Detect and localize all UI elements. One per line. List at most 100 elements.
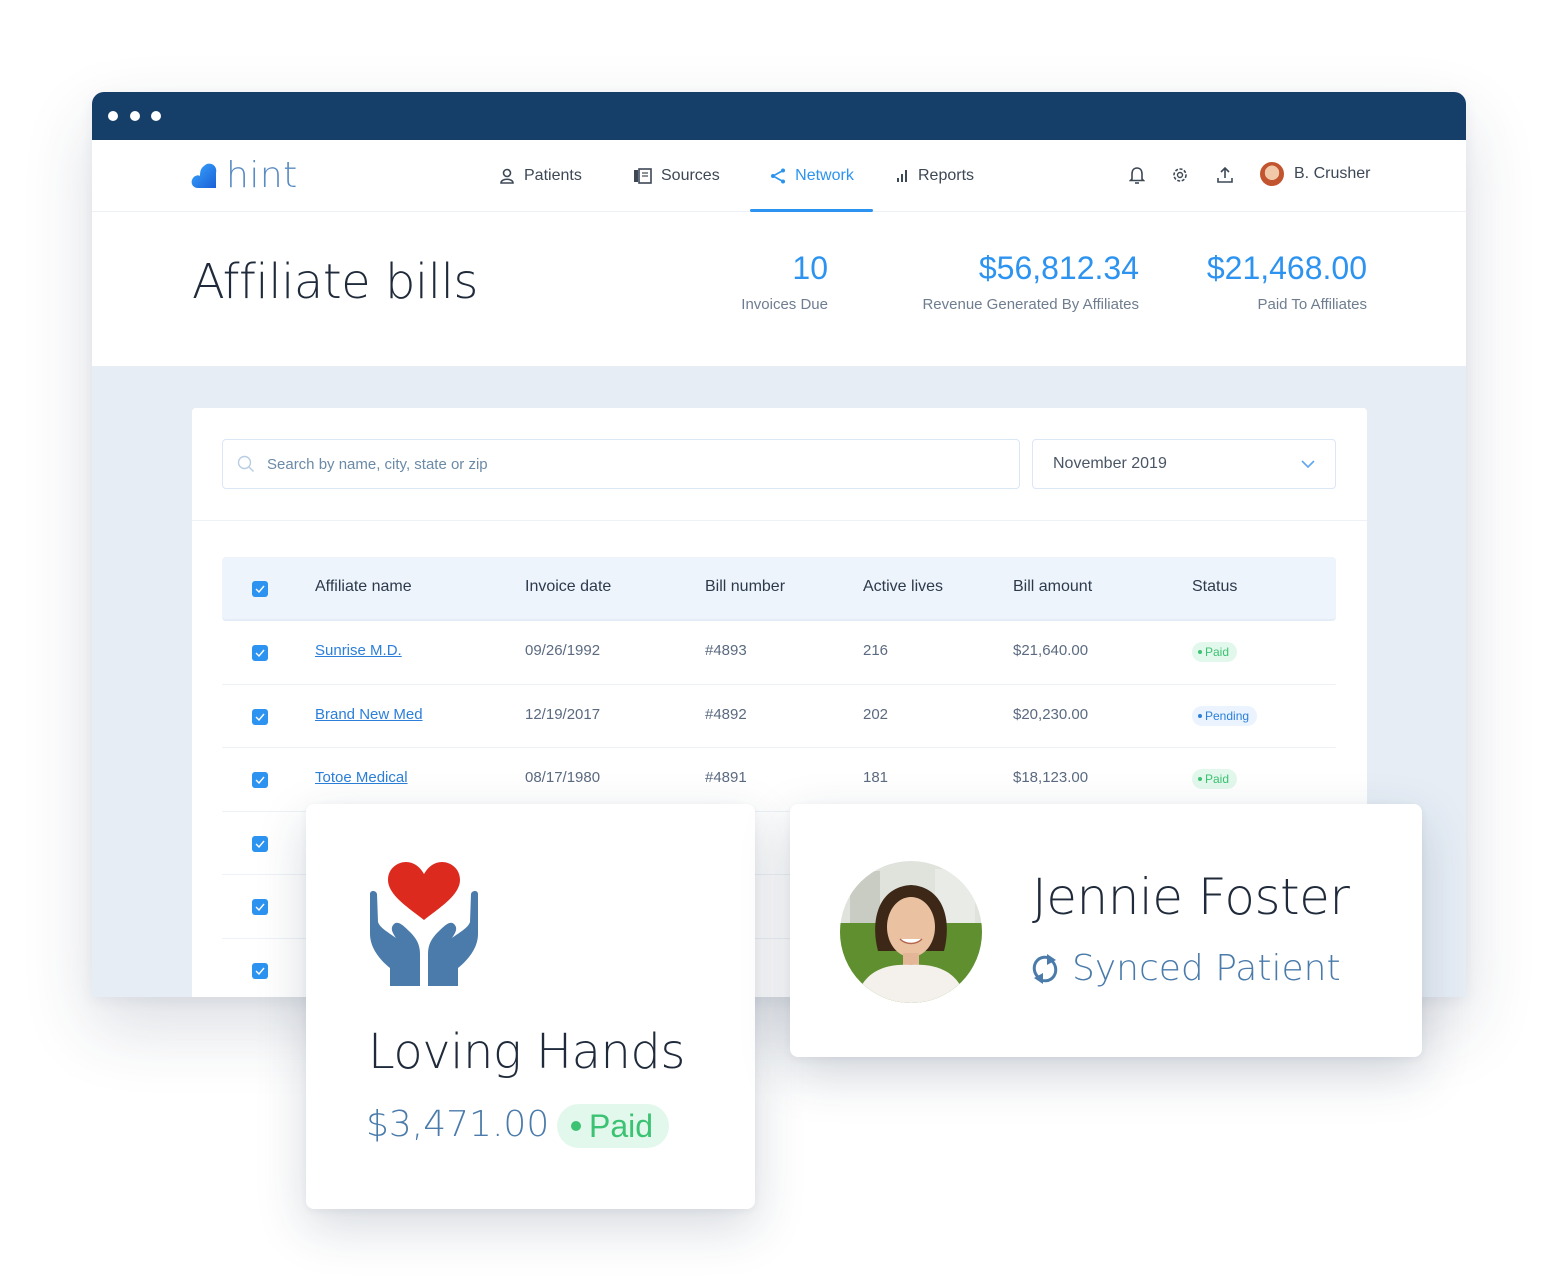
affiliate-name-link[interactable]: Totoe Medical (315, 769, 408, 786)
nav-tab-sources[interactable]: Sources (633, 140, 720, 212)
stat-label: Revenue Generated By Affiliates (922, 296, 1139, 313)
select-all-checkbox[interactable] (252, 581, 268, 597)
stat-label: Paid To Affiliates (1257, 296, 1367, 313)
nav-tab-network[interactable]: Network (750, 140, 873, 212)
status-dot (571, 1121, 581, 1131)
status-badge: Pending (1192, 705, 1258, 726)
check-icon (255, 649, 265, 657)
status-cell: Paid (1192, 768, 1238, 789)
upload-icon (1217, 166, 1233, 183)
stat-value: $56,812.34 (978, 250, 1139, 286)
patient-photo-image (840, 861, 982, 1003)
logo-heart-icon (191, 163, 217, 188)
stat-invoices-due: 10 Invoices Due (741, 248, 828, 313)
table-row: Sunrise M.D. 09/26/1992 #4893 216 $21,64… (222, 621, 1336, 685)
heart-hands-icon (370, 862, 478, 986)
window-dot (130, 111, 140, 121)
status-badge: Paid (1192, 642, 1238, 662)
page-title: Affiliate bills (192, 254, 478, 310)
user-avatar (1260, 162, 1284, 186)
person-icon (500, 168, 514, 184)
active-lives: 181 (863, 769, 889, 786)
affiliate-amount: $3,471.00 (366, 1104, 550, 1145)
check-icon (255, 776, 265, 784)
hint-logo[interactable]: hint (190, 158, 298, 194)
book-icon (634, 168, 652, 184)
check-icon (255, 967, 265, 975)
stat-revenue-generated: $56,812.34 Revenue Generated By Affiliat… (922, 248, 1139, 313)
column-header-invoice-date[interactable]: Invoice date (525, 578, 611, 596)
column-header-bill-number[interactable]: Bill number (705, 578, 785, 596)
month-dropdown[interactable]: November 2019 (1032, 439, 1336, 489)
invoice-date: 09/26/1992 (525, 642, 601, 659)
stat-value: $21,468.00 (1206, 250, 1367, 286)
status-text: Paid (589, 1107, 654, 1144)
search-field[interactable] (222, 439, 1020, 489)
patient-sync-status: Synced Patient (1030, 948, 1341, 989)
divider (192, 520, 1367, 521)
bill-number: #4892 (705, 705, 747, 723)
column-header-bill-amount[interactable]: Bill amount (1013, 578, 1092, 596)
check-icon (255, 713, 265, 721)
patient-card[interactable]: Jennie Foster Synced Patient (790, 804, 1422, 1057)
sync-icon (1032, 953, 1058, 984)
window-dot (108, 111, 118, 121)
active-lives: 216 (863, 642, 889, 659)
column-header-status[interactable]: Status (1192, 578, 1237, 596)
stat-value: 10 (792, 250, 828, 286)
table-header-row: Affiliate name Invoice date Bill number … (222, 557, 1336, 621)
check-icon (255, 585, 265, 593)
status-cell: Pending (1192, 705, 1258, 726)
chevron-down-icon (1301, 460, 1315, 468)
stat-label: Invoices Due (741, 296, 828, 313)
bill-number: #4893 (705, 642, 747, 659)
share-icon (771, 168, 786, 184)
column-header-active-lives[interactable]: Active lives (863, 578, 943, 596)
nav-tab-label: Sources (661, 167, 720, 184)
month-selected-value: November 2019 (1053, 455, 1167, 472)
affiliate-name: Loving Hands (368, 1024, 685, 1080)
column-header-affiliate-name[interactable]: Affiliate name (315, 578, 412, 596)
gear-icon (1173, 168, 1187, 182)
user-menu[interactable]: B. Crusher (1260, 162, 1370, 186)
affiliate-name-link[interactable]: Brand New Med (315, 706, 423, 723)
table-row: Brand New Med 12/19/2017 #4892 202 $20,2… (222, 685, 1336, 748)
patient-status-text: Synced Patient (1072, 948, 1341, 989)
search-input[interactable] (267, 455, 967, 473)
patient-name: Jennie Foster (1032, 868, 1350, 926)
bill-number: #4891 (705, 769, 747, 786)
invoice-date: 12/19/2017 (525, 705, 601, 723)
logo-text: hint (226, 155, 298, 196)
row-checkbox[interactable] (252, 772, 268, 788)
user-name: B. Crusher (1294, 165, 1371, 182)
settings-button[interactable] (1171, 166, 1189, 184)
status-badge: Paid (1192, 769, 1238, 789)
table-row: Totoe Medical 08/17/1980 #4891 181 $18,1… (222, 748, 1336, 812)
check-icon (255, 840, 265, 848)
row-checkbox[interactable] (252, 835, 268, 852)
row-checkbox[interactable] (252, 899, 268, 915)
window-titlebar (92, 92, 1466, 140)
affiliate-status-badge: Paid (557, 1104, 670, 1148)
stat-paid-to-affiliates: $21,468.00 Paid To Affiliates (1207, 248, 1367, 313)
check-icon (255, 903, 265, 911)
window-dot (151, 111, 161, 121)
status-dot (1198, 650, 1202, 654)
nav-tab-label: Reports (918, 167, 975, 184)
status-dot (1198, 713, 1202, 718)
row-checkbox[interactable] (252, 708, 268, 725)
upload-button[interactable] (1216, 166, 1234, 184)
bill-amount: $20,230.00 (1013, 705, 1089, 723)
nav-tab-patients[interactable]: Patients (498, 140, 582, 212)
affiliate-name-link[interactable]: Sunrise M.D. (315, 642, 402, 659)
affiliate-card[interactable]: Loving Hands $3,471.00 Paid (306, 804, 755, 1209)
active-lives: 202 (863, 705, 889, 723)
notifications-button[interactable] (1128, 166, 1146, 184)
row-checkbox[interactable] (252, 962, 268, 979)
bell-icon (1129, 167, 1145, 184)
status-dot (1198, 777, 1202, 781)
patient-avatar (840, 861, 982, 1003)
bill-amount: $21,640.00 (1013, 642, 1089, 659)
row-checkbox[interactable] (252, 645, 268, 661)
nav-tab-reports[interactable]: Reports (896, 140, 974, 212)
